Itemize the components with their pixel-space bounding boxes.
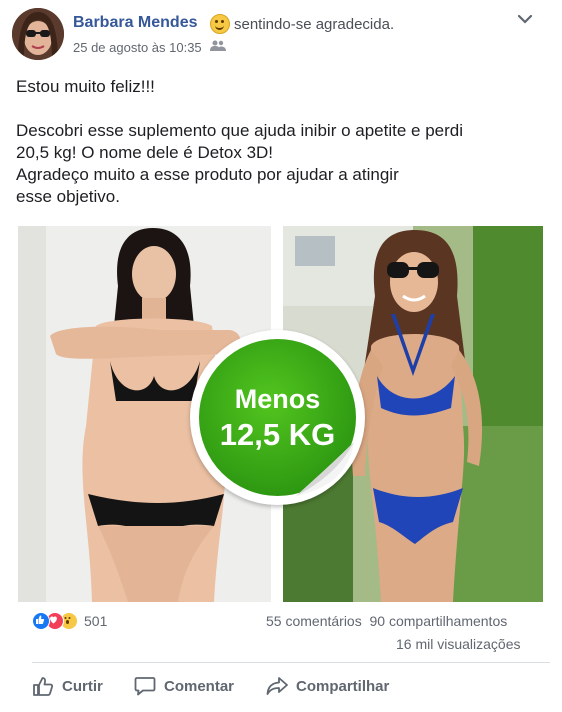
post-text-line: esse objetivo. [16,187,120,206]
facebook-post: Barbara Mendes sentindo-se agradecida. 2… [0,0,562,712]
feeling-label: sentindo-se agradecida. [234,15,395,33]
reaction-summary[interactable]: 501 [32,612,107,630]
author-name[interactable]: Barbara Mendes [73,14,198,32]
comment-button-label: Comentar [164,677,235,695]
post-timestamp[interactable]: 25 de agosto às 10:35 [73,40,202,55]
post-text-line: Estou muito feliz!!! [16,77,155,96]
page-curl-icon [296,442,354,496]
engagement-counts: 55 comentários 90 compartilhamentos [266,613,507,629]
avatar[interactable] [12,8,64,60]
like-reaction-icon [32,612,50,630]
reaction-count: 501 [84,613,108,629]
share-button[interactable]: Compartilhar [266,676,389,696]
post-text: Estou muito feliz!!! Descobri esse suple… [16,76,546,208]
friends-icon[interactable] [209,40,226,55]
post-text-line: Descobri esse suplemento que ajuda inibi… [16,121,463,140]
shares-count[interactable]: 90 compartilhamentos [370,613,508,629]
divider [32,662,550,663]
feeling-status: sentindo-se agradecida. [210,14,394,34]
smiling-emoji-icon [210,14,230,34]
post-text-line: 20,5 kg! O nome dele é Detox 3D! [16,143,274,162]
like-button-label: Curtir [62,677,103,695]
comment-button[interactable]: Comentar [134,676,234,696]
comments-count[interactable]: 55 comentários [266,613,362,629]
chevron-down-icon[interactable] [516,12,534,26]
views-count: 16 mil visualizações [396,636,521,652]
thumbs-up-icon [33,677,54,696]
share-button-label: Compartilhar [296,677,390,695]
post-text-line: Agradeço muito a esse produto por ajudar… [16,165,399,184]
badge-label: Menos [234,384,321,414]
share-arrow-icon [266,677,288,695]
weight-loss-badge: Menos 12,5 KG [190,330,365,505]
comment-bubble-icon [134,677,156,696]
post-meta: 25 de agosto às 10:35 [73,40,226,55]
like-button[interactable]: Curtir [32,676,103,696]
